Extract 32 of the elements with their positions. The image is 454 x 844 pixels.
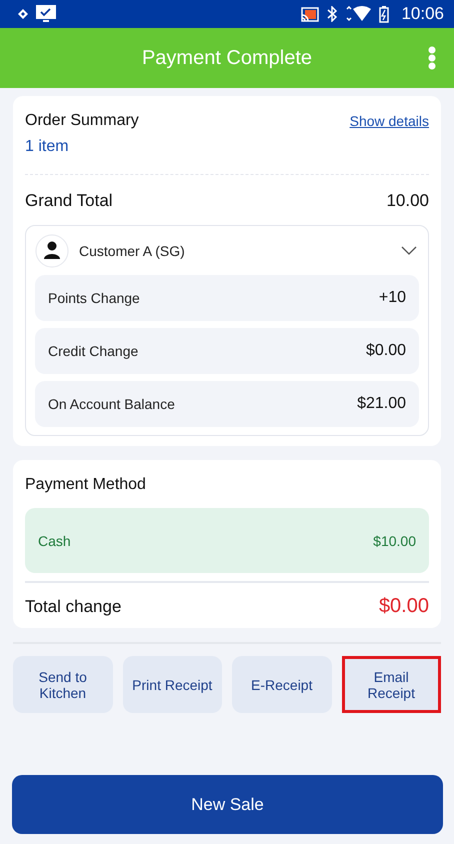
info-label: Credit Change: [48, 343, 138, 359]
method-amount: $10.00: [373, 532, 416, 548]
person-avatar-icon: [35, 234, 69, 268]
cast-icon: [301, 6, 320, 22]
wifi-icon: [345, 6, 372, 22]
clock-time: 10:06: [401, 4, 444, 24]
grand-total-label: Grand Total: [25, 191, 113, 211]
info-value: $21.00: [357, 395, 406, 413]
section-title: Order Summary: [25, 112, 139, 130]
customer-name: Customer A (SG): [79, 243, 186, 259]
info-label: On Account Balance: [48, 396, 175, 412]
info-value: +10: [378, 289, 406, 307]
info-value: $0.00: [366, 342, 406, 360]
new-sale-button[interactable]: New Sale: [12, 775, 443, 834]
info-label: Points Change: [48, 290, 140, 306]
navigation-icon: [18, 9, 28, 19]
show-details-link[interactable]: Show details: [350, 113, 429, 129]
battery-charging-icon: [379, 6, 390, 22]
receipt-action-button[interactable]: Email Receipt: [342, 656, 441, 713]
receipt-action-button[interactable]: E-Receipt: [232, 656, 332, 713]
monitor-check-icon: [36, 5, 56, 23]
receipt-action-button[interactable]: Send to Kitchen: [13, 656, 112, 713]
method-name: Cash: [38, 532, 71, 548]
section-title: Payment Method: [25, 476, 147, 494]
chevron-icon[interactable]: [401, 246, 417, 256]
bluetooth-icon: [327, 6, 338, 22]
receipt-action-button[interactable]: Print Receipt: [122, 656, 222, 713]
total-change-label: Total change: [25, 596, 122, 616]
item-count: 1 item: [25, 138, 69, 156]
grand-total-value: 10.00: [386, 191, 429, 211]
total-change-value: $0.00: [378, 595, 429, 618]
screen-title: Payment Complete: [142, 46, 312, 70]
